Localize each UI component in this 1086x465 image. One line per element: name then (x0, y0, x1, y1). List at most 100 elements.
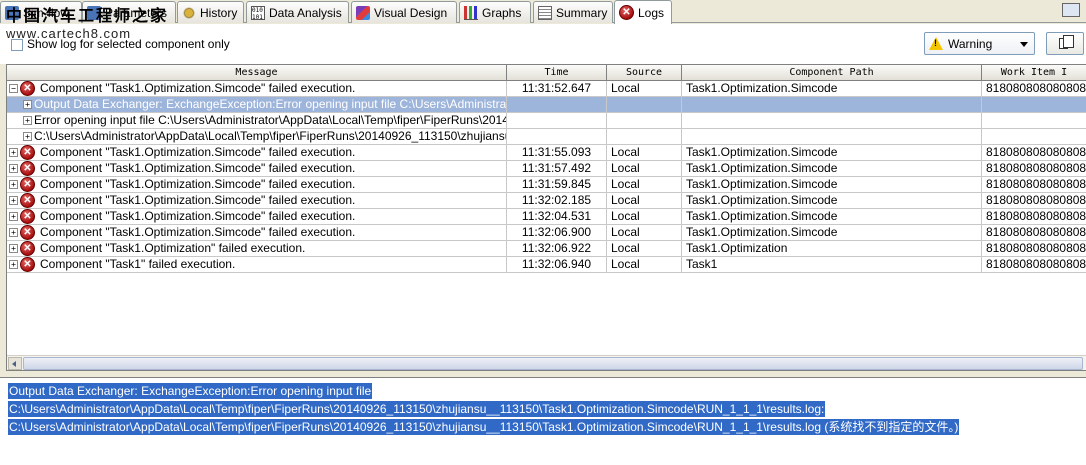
error-icon: ✕ (20, 257, 35, 272)
message-text: Component "Task1.Optimization.Simcode" f… (40, 161, 356, 175)
copy-icon (1059, 35, 1074, 49)
cell-work-item: 8180808080808080 (982, 257, 1086, 273)
cell-source (607, 97, 682, 113)
message-text: Component "Task1.Optimization.Simcode" f… (40, 225, 356, 239)
table-row[interactable]: − ✕ Component "Task1.Optimization.Simcode"… (7, 81, 1086, 97)
table-row[interactable]: + C:\Users\Administrator\AppData\Local\Te… (7, 129, 1086, 145)
tab-history[interactable]: History (177, 1, 244, 23)
cell-time: 11:32:02.185 (507, 193, 607, 209)
cell-source (607, 113, 682, 129)
expand-icon[interactable]: + (23, 116, 32, 125)
log-detail-pane[interactable]: Output Data Exchanger: ExchangeException… (0, 377, 1086, 465)
table-row[interactable]: + ✕ Component "Task1.Optimization.Simcode"… (7, 161, 1086, 177)
tab-logs[interactable]: ✕ Logs (614, 0, 672, 24)
visual-design-icon (356, 5, 370, 20)
expand-icon[interactable]: + (23, 100, 32, 109)
cell-time: 11:32:06.900 (507, 225, 607, 241)
tab-label: Graphs (482, 5, 522, 20)
tab-label: Summary (556, 5, 608, 20)
expand-icon[interactable]: + (9, 164, 18, 173)
cell-work-item: 8180808080808080 (982, 193, 1086, 209)
expand-icon[interactable]: + (9, 148, 18, 157)
cell-work-item: 8180808080808080 (982, 145, 1086, 161)
table-row[interactable]: + ✕ Component "Task1.Optimization.Simcode"… (7, 209, 1086, 225)
cell-source: Local (607, 177, 682, 193)
tab-sim-flow[interactable]: Sim-flow (0, 1, 82, 23)
column-header-work-item[interactable]: Work Item I (982, 65, 1086, 81)
cell-source (607, 129, 682, 145)
error-icon: ✕ (20, 193, 35, 208)
cell-message: + ✕ Component "Task1.Optimization.Simcode"… (7, 209, 507, 225)
cell-component-path: Task1.Optimization.Simcode (682, 161, 982, 177)
expand-icon[interactable]: + (9, 180, 18, 189)
collapse-icon[interactable]: − (9, 84, 18, 93)
expand-icon[interactable]: + (9, 260, 18, 269)
column-header-component-path[interactable]: Component Path (682, 65, 982, 81)
cell-work-item (982, 113, 1086, 129)
tab-summary[interactable]: Summary (533, 1, 613, 23)
detail-line: C:\Users\Administrator\AppData\Local\Tem… (8, 401, 826, 417)
table-row[interactable]: + ✕ Component "Task1.Optimization" failed … (7, 241, 1086, 257)
cell-time: 11:31:57.492 (507, 161, 607, 177)
show-selected-checkbox[interactable] (11, 39, 23, 51)
cell-component-path: Task1.Optimization.Simcode (682, 177, 982, 193)
tab-label: Data Analysis (269, 5, 342, 20)
tab-visual-design[interactable]: Visual Design (351, 1, 457, 23)
message-text: Component "Task1.Optimization.Simcode" f… (40, 177, 356, 191)
expand-icon[interactable]: + (9, 212, 18, 221)
column-header-message[interactable]: Message (7, 65, 507, 81)
horizontal-scrollbar[interactable] (7, 355, 1086, 370)
cell-work-item: 8180808080808080 (982, 81, 1086, 97)
cell-component-path (682, 97, 982, 113)
cell-message: + Error opening input file C:\Users\Admin… (7, 113, 507, 129)
log-level-value: Warning (948, 36, 993, 51)
scroll-left-button[interactable] (8, 357, 22, 370)
cell-message: + Output Data Exchanger: ExchangeExceptio… (7, 97, 507, 113)
warning-icon (929, 37, 943, 50)
scrollbar-thumb[interactable] (23, 357, 1083, 370)
binary-data-icon: 010 101 (251, 5, 265, 20)
expand-icon[interactable]: + (9, 228, 18, 237)
column-header-time[interactable]: Time (507, 65, 607, 81)
window-icon[interactable] (1062, 3, 1080, 17)
cell-time: 11:31:55.093 (507, 145, 607, 161)
arrow-left-icon (12, 361, 16, 367)
copy-button[interactable] (1046, 32, 1084, 55)
cell-message: + C:\Users\Administrator\AppData\Local\Te… (7, 129, 507, 145)
table-row[interactable]: + ✕ Component "Task1.Optimization.Simcode"… (7, 225, 1086, 241)
cell-message: − ✕ Component "Task1.Optimization.Simcode"… (7, 81, 507, 97)
table-row[interactable]: + ✕ Component "Task1.Optimization.Simcode"… (7, 193, 1086, 209)
error-icon: ✕ (20, 241, 35, 256)
tab-parameters[interactable]: Parameters (82, 1, 176, 23)
tab-label: History (200, 5, 238, 20)
table-row[interactable]: + Output Data Exchanger: ExchangeExceptio… (7, 97, 1086, 113)
table-row[interactable]: + ✕ Component "Task1.Optimization.Simcode"… (7, 177, 1086, 193)
tab-graphs[interactable]: Graphs (459, 1, 531, 23)
cell-work-item (982, 129, 1086, 145)
message-text: Output Data Exchanger: ExchangeException… (34, 97, 507, 111)
cell-component-path: Task1.Optimization.Simcode (682, 193, 982, 209)
cell-component-path: Task1 (682, 257, 982, 273)
expand-icon[interactable]: + (9, 196, 18, 205)
tab-data-analysis[interactable]: 010 101 Data Analysis (246, 1, 349, 23)
column-header-source[interactable]: Source (607, 65, 682, 81)
log-level-select[interactable]: Warning (924, 32, 1035, 55)
table-row[interactable]: + ✕ Component "Task1" failed execution. 11:… (7, 257, 1086, 273)
table-row[interactable]: + ✕ Component "Task1.Optimization.Simcode"… (7, 145, 1086, 161)
tab-label: Visual Design (374, 5, 448, 20)
cell-source: Local (607, 161, 682, 177)
expand-icon[interactable]: + (9, 244, 18, 253)
cell-message: + ✕ Component "Task1" failed execution. (7, 257, 507, 273)
cell-source: Local (607, 81, 682, 97)
cell-work-item: 8180808080808080 (982, 161, 1086, 177)
message-text: Component "Task1.Optimization" failed ex… (40, 241, 306, 255)
expand-icon[interactable]: + (23, 132, 32, 141)
cell-source: Local (607, 241, 682, 257)
cell-component-path (682, 129, 982, 145)
table-body: − ✕ Component "Task1.Optimization.Simcode"… (7, 81, 1086, 273)
table-row[interactable]: + Error opening input file C:\Users\Admin… (7, 113, 1086, 129)
flow-icon (5, 5, 19, 20)
cell-source: Local (607, 193, 682, 209)
document-icon (538, 5, 552, 20)
cell-component-path: Task1.Optimization.Simcode (682, 81, 982, 97)
